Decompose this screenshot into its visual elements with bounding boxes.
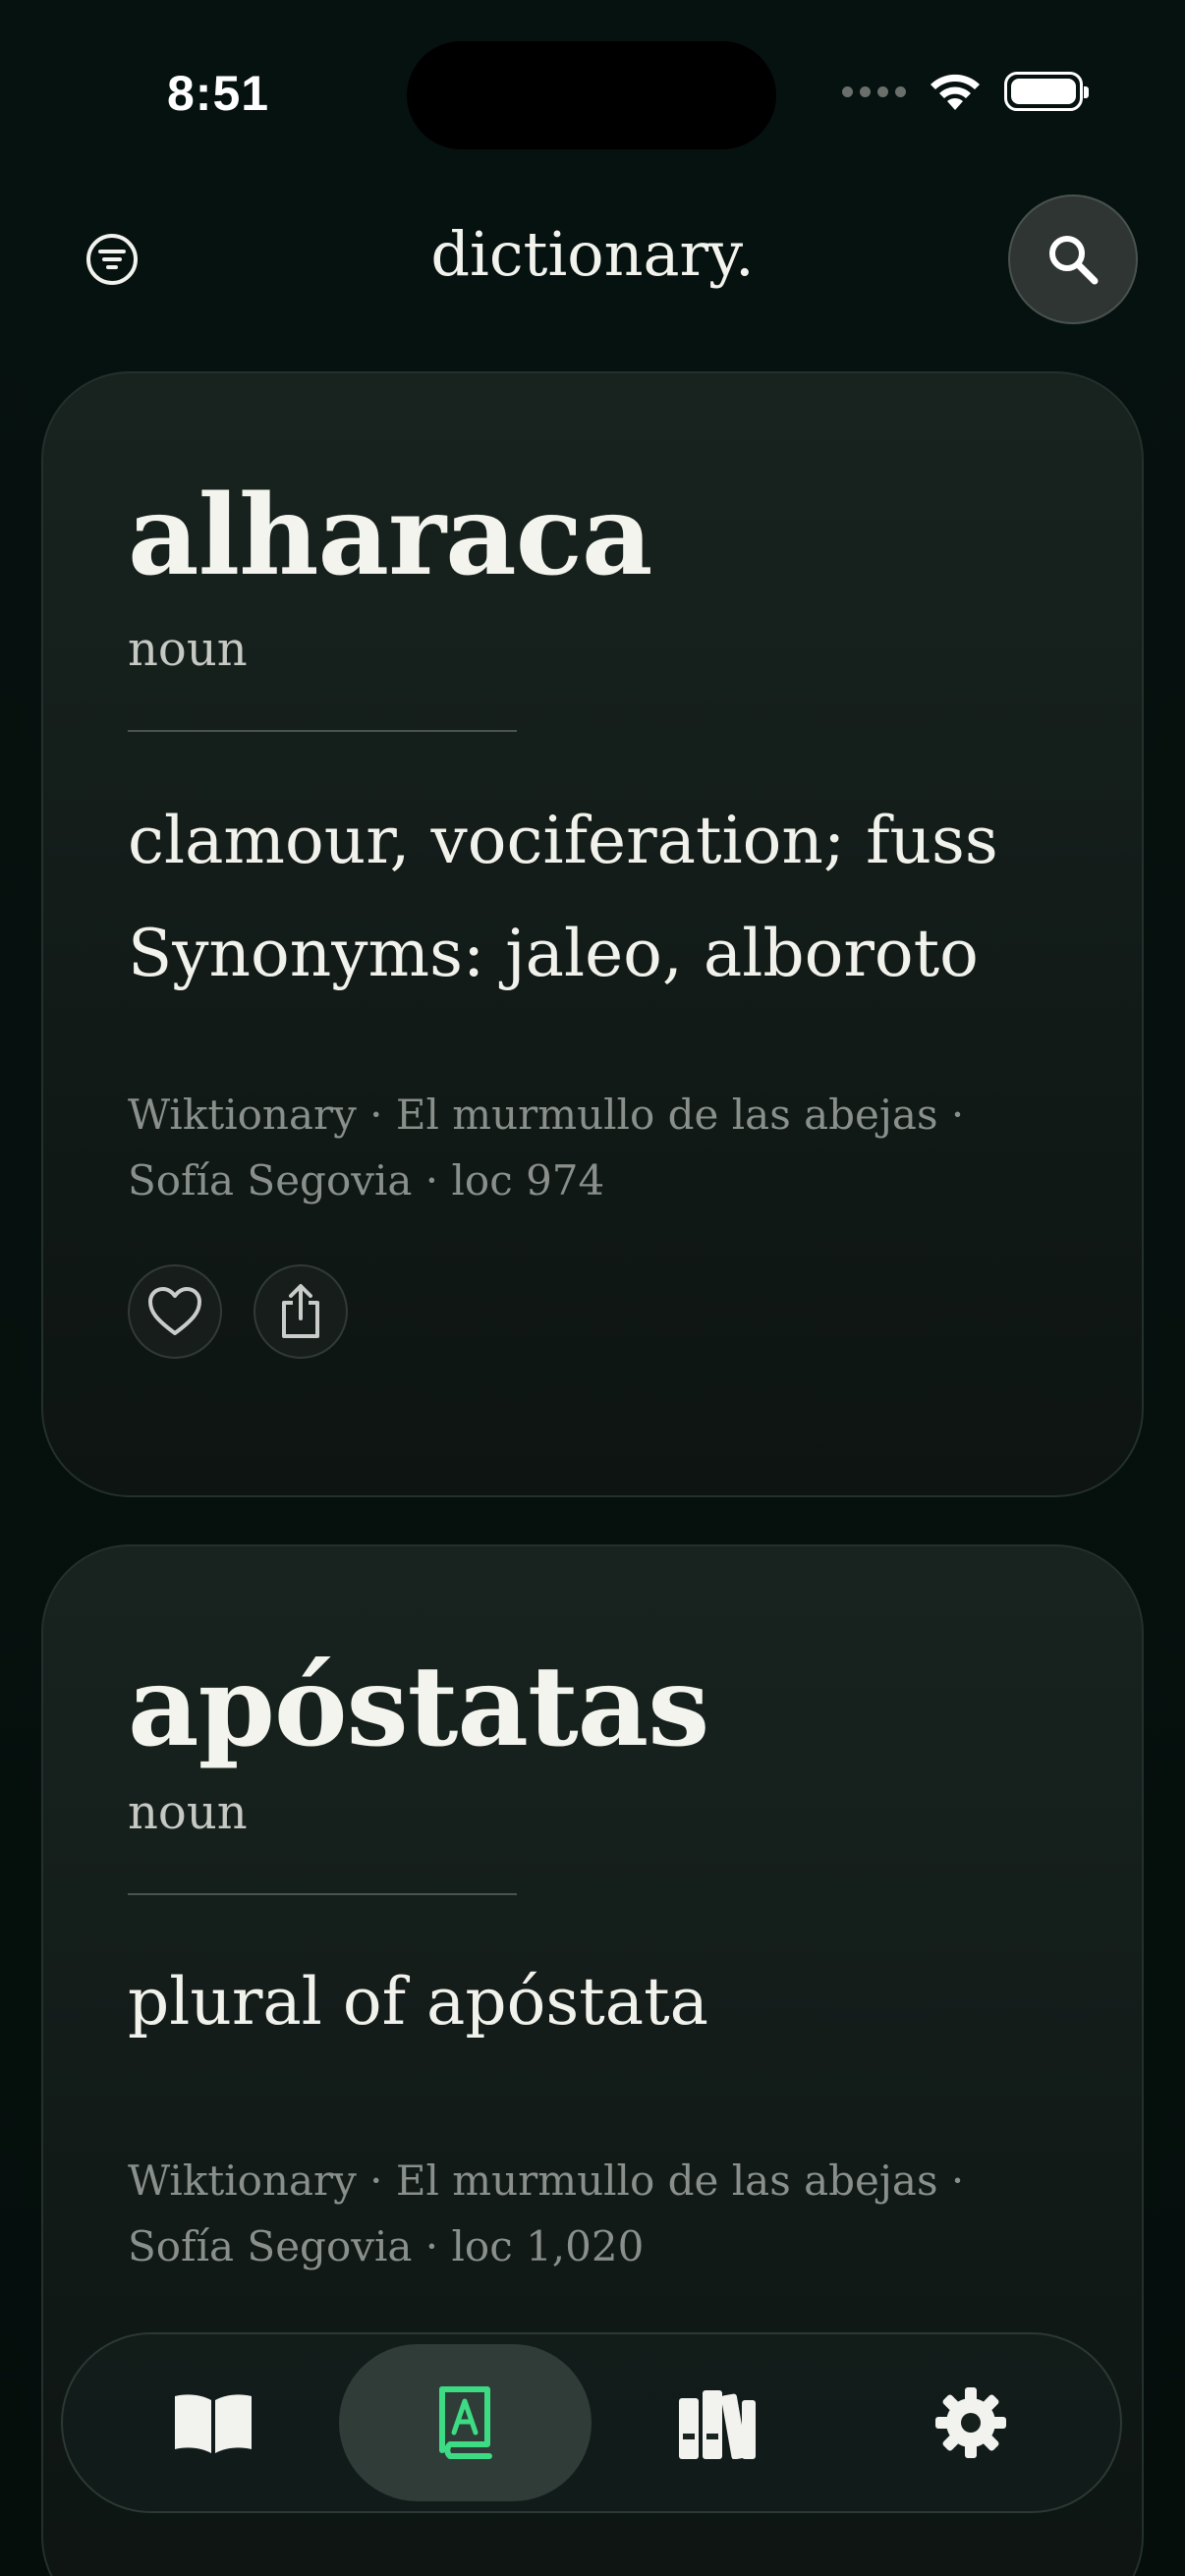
tab-dictionary[interactable] bbox=[339, 2344, 592, 2501]
card-actions bbox=[128, 1264, 1057, 1360]
library-icon bbox=[678, 2390, 756, 2459]
dictionary-icon bbox=[438, 2386, 492, 2459]
open-book-icon bbox=[174, 2394, 252, 2453]
status-time: 8:51 bbox=[167, 66, 270, 121]
favorite-button[interactable] bbox=[128, 1264, 222, 1360]
part-of-speech: noun bbox=[128, 622, 248, 677]
share-icon bbox=[282, 1284, 319, 1339]
definition: clamour, vociferation; fuss Synonyms: ja… bbox=[128, 785, 1057, 1011]
battery-icon bbox=[1004, 72, 1089, 111]
page-title: dictionary. bbox=[430, 218, 755, 290]
cellular-signal-icon bbox=[842, 85, 906, 97]
heart-icon bbox=[148, 1287, 201, 1336]
search-button[interactable] bbox=[1008, 195, 1138, 324]
tab-reading[interactable] bbox=[86, 2344, 339, 2501]
status-icons bbox=[842, 71, 1089, 112]
screen: 8:51 dictionary. alharaca noun clamour, … bbox=[0, 0, 1185, 2576]
gear-icon bbox=[934, 2387, 1006, 2458]
tab-library[interactable] bbox=[592, 2344, 844, 2501]
share-button[interactable] bbox=[254, 1264, 348, 1360]
dynamic-island bbox=[407, 41, 776, 149]
definition-text: plural of apóstata bbox=[128, 1964, 708, 2040]
word-headword: apóstatas bbox=[128, 1643, 709, 1771]
source-citation: Wiktionary · El murmullo de las abejas ·… bbox=[128, 2156, 965, 2271]
part-of-speech: noun bbox=[128, 1785, 248, 1840]
definition: plural of apóstata bbox=[128, 1946, 1057, 2059]
word-card[interactable]: alharaca noun clamour, vociferation; fus… bbox=[41, 371, 1144, 1497]
word-headword: alharaca bbox=[128, 472, 652, 600]
wifi-icon bbox=[931, 74, 980, 110]
definition-text: clamour, vociferation; fuss bbox=[128, 803, 998, 878]
divider bbox=[128, 1893, 517, 1895]
divider bbox=[128, 730, 517, 732]
synonyms-text: Synonyms: jaleo, alboroto bbox=[128, 915, 979, 991]
source-citation: Wiktionary · El murmullo de las abejas ·… bbox=[128, 1090, 965, 1204]
search-icon bbox=[1049, 236, 1099, 285]
tab-bar bbox=[61, 2332, 1122, 2513]
tab-settings[interactable] bbox=[844, 2344, 1097, 2501]
